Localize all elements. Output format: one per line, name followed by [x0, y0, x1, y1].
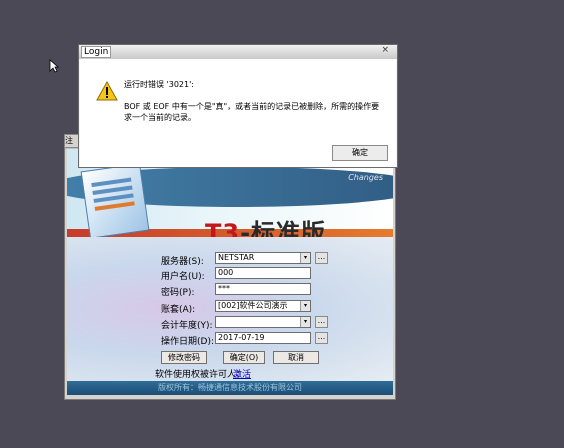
dropdown-arrow-icon[interactable]: ▾ — [300, 301, 310, 311]
server-value: NETSTAR — [218, 253, 255, 262]
fiscal-year-label: 会计年度(Y): — [161, 321, 213, 331]
server-label: 服务器(S): — [161, 257, 204, 267]
mouse-cursor-icon — [49, 59, 59, 73]
cancel-button[interactable]: 取消 — [273, 351, 319, 364]
login-form: 服务器(S): NETSTAR ▾ ... 用户名(U): 000 密码(P):… — [67, 237, 393, 381]
confirm-button[interactable]: 确定(O) — [223, 351, 265, 364]
change-password-button[interactable]: 修改密码 — [161, 351, 207, 364]
password-label: 密码(P): — [161, 288, 195, 298]
fiscal-year-browse-button[interactable]: ... — [315, 316, 328, 328]
fiscal-year-select[interactable]: ▾ — [215, 316, 311, 328]
account-value: [002]软件公司演示 — [218, 301, 288, 310]
account-select[interactable]: [002]软件公司演示 ▾ — [215, 300, 311, 312]
close-icon[interactable]: × — [381, 45, 389, 55]
error-dialog: Login × 运行时错误 '3021': BOF 或 EOF 中有一个是"真"… — [78, 44, 398, 168]
dropdown-arrow-icon[interactable]: ▾ — [300, 253, 310, 263]
dropdown-arrow-icon[interactable]: ▾ — [300, 317, 310, 327]
activate-link[interactable]: 激活 — [233, 367, 251, 380]
warning-icon — [96, 81, 118, 101]
username-label: 用户名(U): — [161, 272, 205, 282]
copyright-footer: 版权所有：畅捷通信息技术股份有限公司 — [67, 381, 393, 395]
account-label: 账套(A): — [161, 305, 196, 315]
server-select[interactable]: NETSTAR ▾ — [215, 252, 311, 264]
server-browse-button[interactable]: ... — [315, 252, 328, 264]
operation-date-label: 操作日期(D): — [161, 337, 214, 347]
error-message-text: BOF 或 EOF 中有一个是"真"，或者当前的记录已被删除，所需的操作要求一个… — [124, 102, 380, 122]
product-logo-suffix: -标准版 — [240, 219, 327, 237]
dialog-body: 运行时错误 '3021': BOF 或 EOF 中有一个是"真"，或者当前的记录… — [80, 59, 396, 167]
product-box-image — [80, 163, 150, 237]
banner-tag: Changes — [348, 173, 383, 182]
operation-date-input[interactable]: 2017-07-19 — [215, 332, 311, 344]
license-label: 软件使用权被许可人： — [155, 370, 246, 380]
product-logo: T3-标准版 — [205, 213, 326, 237]
dialog-title: Login — [81, 46, 112, 58]
product-logo-prefix: T3 — [205, 219, 241, 237]
dialog-titlebar: Login × — [79, 45, 397, 59]
t3-login-window: Changes T3-标准版 服务器(S): NETSTAR ▾ ... 用户名… — [64, 134, 396, 400]
operation-date-browse-button[interactable]: ... — [315, 332, 328, 344]
password-input[interactable]: *** — [215, 283, 311, 295]
username-input[interactable]: 000 — [215, 267, 311, 279]
ok-button[interactable]: 确定 — [332, 145, 388, 161]
error-code-text: 运行时错误 '3021': — [124, 80, 194, 89]
